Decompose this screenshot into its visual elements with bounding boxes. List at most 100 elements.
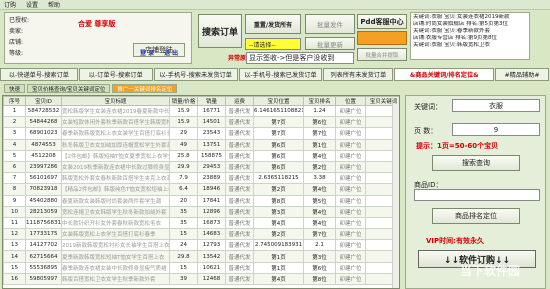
- table-row[interactable]: 7 56101697 韩版宽松外套女春秋新款百搭学生夹克上衣潮 7.9 23889 普通代…: [3, 172, 399, 185]
- table-cell: 12: [3, 228, 26, 241]
- table-cell: 普通代发: [225, 272, 254, 286]
- table-row[interactable]: 8 70823918 【精品2件包邮】韩版纯色T恤女宽松短袖上衣 6.4 18946 普通…: [3, 183, 399, 196]
- watermark-text: 当下软件园: [460, 264, 521, 278]
- column-header[interactable]: 销量/价格: [169, 96, 198, 106]
- tab-express-search[interactable]: 以-快递单号-搜索订单: [0, 68, 78, 81]
- column-header[interactable]: 位置: [335, 96, 366, 106]
- table-cell: 【2件包邮】韩版短袖T恤女夏季宽松上衣学生: [61, 149, 170, 162]
- table-cell: 第3位: [303, 250, 336, 263]
- menu-item-order[interactable]: 订购: [4, 0, 16, 9]
- table-cell: 10621: [197, 261, 226, 274]
- column-header[interactable]: 宝贝标题: [61, 96, 170, 106]
- table-cell: 10: [3, 205, 26, 218]
- search-query-button[interactable]: 搜索查询: [432, 155, 520, 171]
- login-link[interactable]: 登 录: [140, 48, 154, 57]
- table-row[interactable]: 6 23997286 女装2019秋季新款连衣裙中长款过膝修身显瘦 29.9 29453…: [3, 160, 399, 174]
- seller-label: 卖家:: [9, 28, 24, 35]
- table-cell: 15: [169, 228, 198, 241]
- shop-label: 店铺:: [9, 39, 24, 46]
- table-row[interactable]: 12 17733175 女装韩版宽松上衣学生百搭打底衫春季 15 14683 普通代发 第2…: [3, 228, 399, 241]
- search-order-button[interactable]: 搜索订单: [198, 14, 242, 48]
- tab-keyword-rank[interactable]: &商品关键词/排名定位&: [394, 68, 495, 81]
- table-cell: 第1页: [253, 250, 304, 263]
- table-cell: 14683: [197, 228, 226, 241]
- table-row[interactable]: 11 1118756831 中长款针织开衫女外套春秋新款宽松毛衣 35 16873 普通代…: [3, 216, 399, 230]
- table-cell: 普通代发: [225, 104, 254, 118]
- table-row[interactable]: 254844268女装短款休闲外套秋季新款百搭学生韩版宽松上衣15.914501…: [3, 116, 399, 129]
- column-header[interactable]: 运费: [225, 96, 254, 106]
- reset-ship-all-button[interactable]: 重置/发货所有: [245, 14, 301, 34]
- subtab-price-query[interactable]: 宝贝价格查询/宝贝关键词定位: [27, 84, 111, 93]
- table-row[interactable]: 16 59805997 韩版百搭宽松卫衣女学生秋季新款外套 39 12468 普通代发 第4…: [3, 272, 399, 286]
- table-cell: 第7页: [253, 116, 304, 129]
- table-cell: 第2位: [303, 160, 336, 174]
- table-cell: 56101697: [25, 172, 62, 185]
- table-row[interactable]: 1584728532宽松韩版学生女装连衣裙2019春夏新款中长款显瘦潮15.91…: [3, 104, 399, 118]
- courier-select[interactable]: --请选择--: [245, 38, 301, 50]
- pdd-service-button[interactable]: Pdd客服中心: [357, 14, 407, 29]
- batch-ship-button[interactable]: 批量发件: [305, 14, 355, 34]
- table-cell: 普通代发: [225, 216, 254, 230]
- table-scrollbar[interactable]: [392, 104, 399, 288]
- table-cell: 2: [3, 116, 26, 129]
- result-log-list[interactable]: 关键词:衣服 宝贝:女装连衣裙2019新款 店铺:时尚女装旗舰店 排名:第5页第…: [410, 12, 530, 60]
- batch-update-button[interactable]: 批量更新: [305, 37, 355, 50]
- table-row[interactable]: 15 55536895 春季新款连衣裙女装中长款修身显瘦气质裙 15 10621 普通代发…: [3, 261, 399, 274]
- tab-phone-unshipped[interactable]: 以-手机号-搜索未发货订单: [153, 68, 238, 81]
- table-row[interactable]: 10 28213059 宽松连帽卫衣女韩版学生秋冬新款加绒外套 35 12896 普通代发…: [3, 205, 399, 218]
- table-cell: 卯建广位: [335, 149, 366, 162]
- table-cell: 普通代发: [225, 172, 254, 185]
- tab-phone-shipped[interactable]: 以-手机号-搜索已发货订单: [238, 68, 323, 81]
- menu-item-settings[interactable]: 设置: [26, 0, 38, 9]
- column-header[interactable]: 销量: [197, 96, 226, 106]
- table-cell: 中长款针织开衫女外套春秋新款宽松毛衣: [61, 216, 170, 230]
- subtab-quick[interactable]: 快速: [4, 84, 26, 93]
- batch-merge-button[interactable]: 批量合并提取: [357, 48, 407, 61]
- logout-link[interactable]: 退 出: [164, 48, 178, 57]
- table-cell: 39: [169, 272, 198, 286]
- table-row[interactable]: 368901023春季新款韩版宽松上衣女装学生百搭打底衫长袖T恤2923543普…: [3, 127, 399, 140]
- table-cell: 54844268: [25, 116, 62, 129]
- table-cell: 29.8: [169, 250, 198, 263]
- table-cell: 普通代发: [225, 183, 254, 196]
- table-cell: 23997286: [25, 160, 62, 174]
- table-cell: 68901023: [25, 127, 62, 140]
- tab-list-unshipped[interactable]: 列表所有未发货订单: [323, 68, 394, 81]
- column-header[interactable]: 宝贝位置: [253, 96, 304, 106]
- table-cell: 49: [169, 138, 198, 151]
- menu-item-help[interactable]: 帮助: [48, 0, 60, 9]
- table-row[interactable]: 4 4874553 秋冬韩版卫衣女加绒加厚连帽宽松学生外套潮 49 13751 普通代发第…: [3, 138, 399, 151]
- table-row[interactable]: 14 62715664 夏季新款韩版宽松短袖T恤女学生百搭上衣 29.8 13542 普通…: [3, 250, 399, 263]
- tab-premium-tools[interactable]: #精品辅助#: [495, 68, 549, 81]
- table-cell: 第6位: [303, 116, 336, 129]
- table-row[interactable]: 5 4512208 【2件包邮】韩版短袖T恤女夏季宽松上衣学生 25.8 158875 普…: [3, 149, 399, 162]
- table-cell: 14127702: [25, 239, 62, 252]
- table-cell: 15: [169, 261, 198, 274]
- product-id-input[interactable]: [414, 189, 540, 201]
- list-item: 关键词:衣服 宝贝:春季新款外套: [413, 28, 490, 34]
- table-cell: 20: [169, 194, 198, 207]
- account-label: 已授权:: [9, 17, 30, 24]
- column-header[interactable]: 序号: [3, 96, 26, 106]
- pages-input[interactable]: 9: [452, 123, 540, 136]
- table-cell: 秋冬韩版卫衣女加绒加厚连帽宽松学生外套潮: [61, 138, 170, 151]
- column-header[interactable]: 宝贝ID: [25, 96, 62, 106]
- column-header[interactable]: 宝贝排名: [303, 96, 336, 106]
- table-cell: 第4页: [253, 272, 304, 286]
- table-cell: 普通代发: [225, 116, 254, 129]
- table-cell: 普通代发: [225, 239, 254, 252]
- table-cell: 6.4: [169, 183, 198, 196]
- table-cell: 59805997: [25, 272, 62, 286]
- table-cell: 卯建广位: [335, 160, 366, 174]
- tab-order-search[interactable]: 以-订单号-搜索订单: [78, 68, 153, 81]
- table-row[interactable]: 13 14127702 2019新款韩版宽松衬衫女长袖学生百搭上衣 24 12793 普通…: [3, 239, 399, 252]
- abnormal-reason-select[interactable]: 显示签收->但是客户没收到: [246, 52, 354, 64]
- product-rank-button[interactable]: 商品排名定位: [432, 208, 520, 224]
- keyword-input[interactable]: 衣服: [452, 99, 540, 112]
- table-cell: 17841: [197, 194, 226, 207]
- table-cell: 第7位: [303, 127, 336, 140]
- table-cell: 卯建广位: [335, 183, 366, 196]
- subtab-promo-rank[interactable]: 推广一关键词排名定位: [112, 84, 178, 93]
- table-cell: 7.9: [169, 172, 198, 185]
- table-row[interactable]: 9 45402880 春夏新款女装韩版时尚套装两件套学生潮 20 17841 普通代发 第8…: [3, 194, 399, 207]
